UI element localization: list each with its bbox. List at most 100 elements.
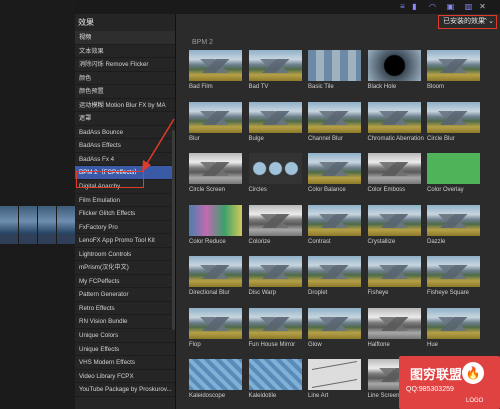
effect-thumbnail (189, 359, 242, 390)
effect-tile[interactable]: Kaleidotile (248, 359, 302, 400)
effect-tile[interactable]: Kaleidoscope (189, 359, 242, 400)
effect-tile[interactable]: Blur (189, 101, 242, 143)
sidebar-item[interactable]: mPrism(汉化中文) (75, 261, 175, 275)
sidebar-item[interactable]: BadAss Fx 4 (75, 153, 175, 167)
effect-label: Line Art (308, 393, 329, 399)
sidebar-item[interactable]: Retro Effects (75, 302, 175, 316)
effect-thumbnail (248, 256, 302, 287)
effect-tile[interactable]: Fisheye (367, 256, 421, 297)
effects-category-list: 视频 文本效果 消除闪烁 Remove Flicker 颜色 颜色预置 运动模糊 Moti… (75, 31, 175, 397)
effect-tile[interactable]: Fun House Mirror (248, 307, 302, 349)
effect-tile[interactable]: Circle Screen (189, 153, 242, 194)
chevron-updown-icon: ⌃⌄ (482, 18, 494, 25)
effect-tile[interactable]: Directional Blur (189, 256, 242, 297)
sidebar-item[interactable]: Pattern Generator (75, 288, 175, 302)
effect-tile[interactable]: Channel Blur (308, 101, 361, 143)
effect-tile[interactable]: Circle Blur (427, 101, 480, 143)
effect-tile[interactable]: Crystallize (367, 204, 421, 246)
audio-meter-icon[interactable]: ▮ (410, 3, 419, 11)
effect-tile[interactable]: Bad Film (189, 50, 242, 91)
effect-label: Channel Blur (308, 135, 343, 142)
effect-label: Black Hole (367, 84, 397, 90)
sidebar-item[interactable]: 消除闪烁 Remove Flicker (75, 58, 175, 72)
effect-thumbnail (248, 359, 302, 390)
sidebar-item[interactable]: Film Emulation (75, 194, 175, 208)
sidebar-item[interactable]: BPM 2（FCPeffects） (75, 166, 175, 181)
effect-thumbnail (308, 359, 361, 390)
effect-tile[interactable]: Circles (248, 153, 302, 194)
effect-tile[interactable]: Black Hole (367, 50, 421, 91)
effect-tile[interactable]: Fisheye Square (427, 256, 480, 297)
effect-thumbnail (248, 101, 302, 133)
effect-tile[interactable]: Bulge (248, 101, 302, 143)
effect-thumbnail (427, 101, 480, 133)
effect-label: Crystallize (367, 238, 396, 245)
effect-label: Colorize (248, 238, 271, 245)
mixer-icon[interactable]: ≡ (398, 3, 407, 11)
sidebar-item[interactable]: Lightroom Controls (75, 248, 175, 262)
effect-tile[interactable]: Disc Warp (248, 256, 302, 297)
effect-label: Fisheye (367, 290, 389, 296)
filmstrip-icon[interactable]: ▥ (464, 3, 473, 11)
effect-tile[interactable]: Colorize (248, 204, 302, 246)
effect-label: Droplet (308, 290, 328, 296)
sidebar-item[interactable]: VHS Modern Effects (75, 356, 175, 370)
sidebar-item[interactable]: Digital Anarchy (75, 180, 175, 194)
effect-tile[interactable]: Bloom (427, 50, 480, 91)
effect-tile[interactable]: Glow (308, 307, 361, 349)
sidebar-item[interactable]: 视频 (75, 31, 175, 45)
effect-tile[interactable]: Color Emboss (367, 153, 421, 194)
sidebar-item[interactable]: 颜色预置 (75, 85, 175, 99)
sidebar-item[interactable]: Unique Effects (75, 343, 175, 357)
headphones-icon[interactable]: ◠ (428, 3, 437, 11)
effect-label: Bulge (248, 135, 264, 142)
sidebar-item[interactable]: BadAss Effects (75, 139, 175, 153)
effect-tile[interactable]: Line Art (308, 359, 361, 400)
clip-frame (19, 206, 37, 244)
camera-icon[interactable]: ▣ (446, 3, 455, 11)
sidebar-item[interactable]: 文本效果 (75, 45, 175, 59)
effect-tile[interactable]: Hue (427, 307, 480, 349)
watermark-subtitle: QQ:985303259 (406, 386, 454, 393)
effect-thumbnail (427, 256, 480, 287)
effect-label: Chromatic Aberration (367, 135, 424, 142)
clip-frame (38, 206, 56, 244)
effect-tile[interactable]: Chromatic Aberration (367, 101, 424, 143)
sidebar-item[interactable]: Video Library FCPX (75, 370, 175, 384)
effect-tile[interactable]: Flop (189, 307, 242, 349)
effect-tile[interactable]: Contrast (308, 204, 361, 246)
sidebar-item[interactable]: My FCPeffects (75, 275, 175, 289)
effect-tile[interactable]: Color Reduce (189, 204, 242, 246)
effect-thumbnail (189, 153, 242, 184)
effect-tile[interactable]: Droplet (308, 256, 361, 297)
sidebar-item[interactable]: Unique Colors (75, 329, 175, 343)
sidebar-item[interactable]: FxFactory Pro (75, 221, 175, 235)
sidebar-item[interactable]: 颜色 (75, 72, 175, 86)
effect-tile[interactable]: Dazzle (427, 204, 480, 246)
effect-tile[interactable]: Bad TV (248, 50, 302, 91)
effect-thumbnail (308, 101, 361, 133)
watermark-note: LOGO (466, 398, 484, 404)
effect-tile[interactable]: Color Overlay (427, 153, 480, 194)
dropdown-label: 已安装的效果 (443, 18, 485, 25)
sidebar-item[interactable]: LenoFX App Promo Tool Kit (75, 234, 175, 248)
sidebar-item[interactable]: 遮罩 (75, 112, 175, 126)
sidebar-item[interactable]: 运动模糊 Motion Blur FX by MA (75, 99, 175, 113)
sidebar-item[interactable]: BadAss Bounce (75, 126, 175, 140)
timeline-clip-strip[interactable] (0, 206, 75, 244)
effect-label: Flop (189, 341, 201, 348)
sidebar-item[interactable]: Flicker Glitch Effects (75, 207, 175, 221)
effect-thumbnail (367, 256, 421, 287)
effect-thumbnail (308, 153, 361, 184)
effect-tile[interactable]: Color Balance (308, 153, 361, 194)
effect-tile[interactable]: Halftone (367, 307, 421, 349)
effect-tile[interactable]: Basic Tile (308, 50, 361, 91)
effect-label: Circle Screen (189, 187, 226, 193)
installed-effects-dropdown[interactable]: 已安装的效果 ⌃⌄ (438, 15, 497, 29)
sidebar-scrollbar[interactable] (172, 130, 175, 330)
sidebar-item[interactable]: RN Vision Bundle (75, 315, 175, 330)
effects-sidebar: 效果 视频 文本效果 消除闪烁 Remove Flicker 颜色 颜色预置 运动模糊 M… (75, 14, 176, 409)
close-icon[interactable]: ✕ (478, 3, 487, 11)
sidebar-item[interactable]: YouTube Package by Proskurov... (75, 383, 175, 397)
effect-thumbnail (189, 204, 242, 236)
